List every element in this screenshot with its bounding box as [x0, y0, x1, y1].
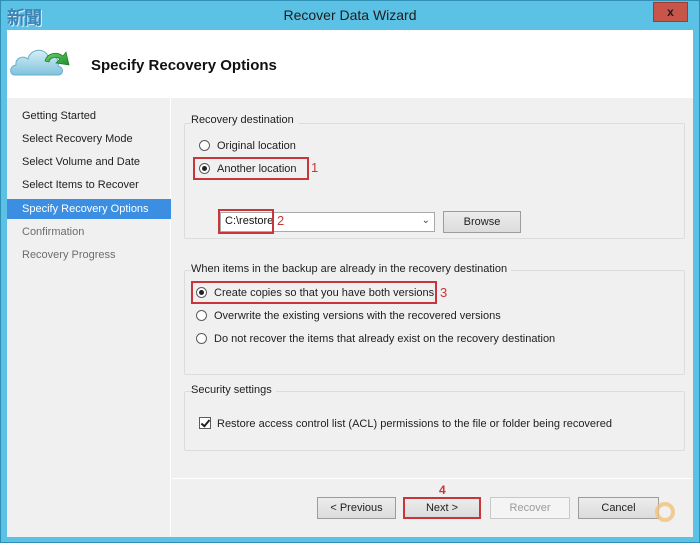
annotation-box-3 [191, 281, 437, 304]
close-button[interactable]: x [653, 2, 688, 22]
nav-step-select-volume-date[interactable]: Select Volume and Date [7, 152, 171, 172]
radio-button[interactable] [199, 140, 210, 151]
options-content: Recovery destination Original location A… [172, 98, 693, 478]
nav-step-select-recovery-mode[interactable]: Select Recovery Mode [7, 129, 171, 149]
recover-button: Recover [490, 497, 570, 519]
nav-step-select-items[interactable]: Select Items to Recover [7, 175, 171, 195]
annotation-box-1 [193, 157, 309, 180]
watermark-icon [655, 502, 675, 522]
annotation-number-1: 1 [311, 160, 319, 175]
wizard-steps-nav: Getting Started Select Recovery Mode Sel… [7, 98, 171, 537]
conflict-group-label: When items in the backup are already in … [191, 263, 512, 275]
radio-button[interactable] [196, 310, 207, 321]
security-group-label: Security settings [191, 384, 276, 396]
nav-step-getting-started[interactable]: Getting Started [7, 106, 171, 126]
radio-do-not-recover[interactable]: Do not recover the items that already ex… [196, 331, 555, 347]
nav-step-specify-options[interactable]: Specify Recovery Options [7, 199, 171, 219]
wizard-header: Specify Recovery Options [7, 30, 693, 98]
radio-label: Do not recover the items that already ex… [214, 333, 556, 345]
recovery-destination-label: Recovery destination [191, 114, 298, 126]
title-bar[interactable]: 新聞 Recover Data Wizard x [1, 1, 699, 30]
annotation-number-2: 2 [277, 213, 285, 228]
next-button[interactable]: Next > [403, 497, 481, 519]
nav-step-confirmation: Confirmation [22, 226, 85, 238]
window-title: Recover Data Wizard [283, 7, 417, 23]
radio-overwrite[interactable]: Overwrite the existing versions with the… [196, 308, 501, 324]
checkbox-restore-acl[interactable]: Restore access control list (ACL) permis… [199, 416, 612, 432]
radio-label: Original location [217, 140, 296, 152]
footer-divider [172, 478, 693, 479]
cloud-restore-icon [10, 49, 70, 76]
radio-original-location[interactable]: Original location [199, 138, 296, 154]
cancel-button[interactable]: Cancel [578, 497, 659, 519]
radio-button[interactable] [196, 333, 207, 344]
annotation-number-3: 3 [440, 285, 448, 300]
checkbox-checked[interactable] [199, 417, 211, 429]
radio-label: Overwrite the existing versions with the… [214, 310, 501, 322]
annotation-number-4: 4 [439, 483, 446, 497]
wizard-client: Specify Recovery Options Getting Started… [7, 30, 693, 537]
nav-step-recovery-progress: Recovery Progress [22, 249, 116, 261]
annotation-box-2 [218, 209, 274, 234]
chevron-down-icon[interactable]: ⌄ [422, 215, 430, 226]
checkbox-label: Restore access control list (ACL) permis… [217, 418, 612, 430]
previous-button[interactable]: < Previous [317, 497, 396, 519]
wizard-window: 新聞 Recover Data Wizard x Specify Recover… [0, 0, 700, 543]
page-title: Specify Recovery Options [91, 57, 277, 74]
browse-button[interactable]: Browse [443, 211, 521, 233]
